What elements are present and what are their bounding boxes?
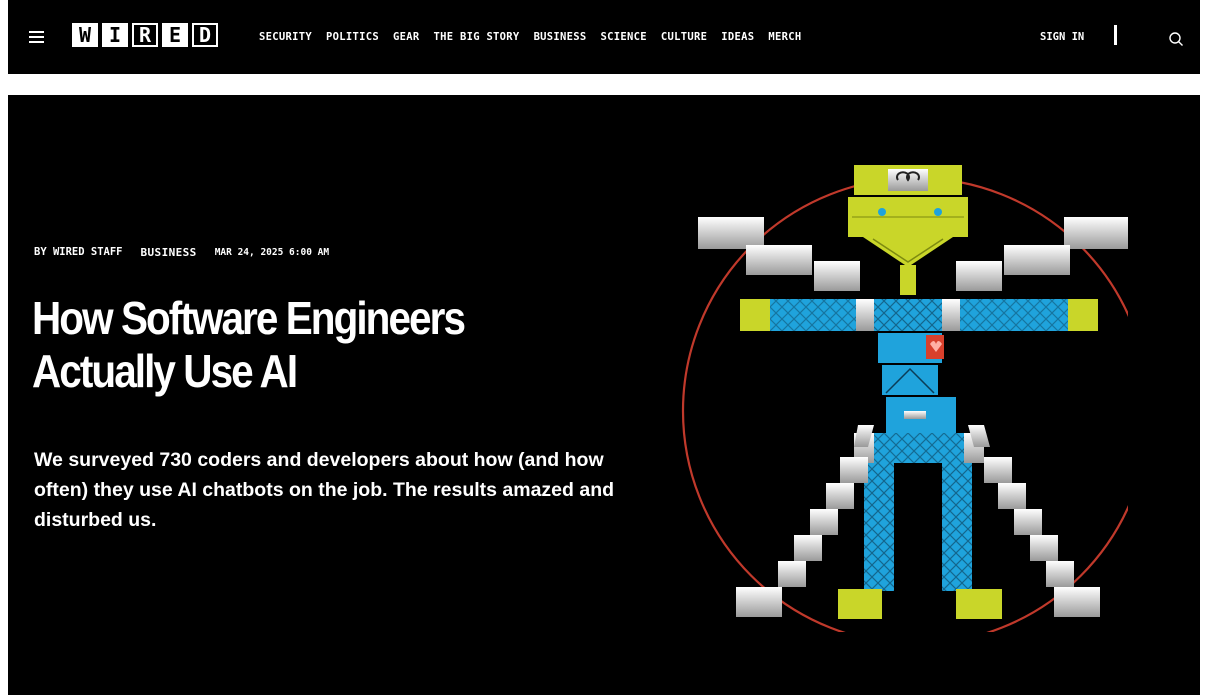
article-dek: We surveyed 730 coders and developers ab… xyxy=(34,449,615,531)
nav-link-security[interactable]: SECURITY xyxy=(259,31,312,43)
sign-in-link[interactable]: SIGN IN xyxy=(1040,31,1084,43)
main-nav: SECURITY POLITICS GEAR THE BIG STORY BUS… xyxy=(259,31,815,43)
nav-link-politics[interactable]: POLITICS xyxy=(326,31,379,43)
article-meta: BY WIRED STAFF BUSINESS MAR 24, 2025 6:0… xyxy=(34,246,329,260)
robot-figure-illustration xyxy=(681,165,1128,632)
article-hero: BY WIRED STAFF BUSINESS MAR 24, 2025 6:0… xyxy=(8,95,1200,695)
top-navigation-bar: W I R E D SECURITY POLITICS GEAR THE BIG… xyxy=(8,0,1200,74)
nav-link-merch[interactable]: MERCH xyxy=(768,31,801,43)
nav-divider xyxy=(1114,25,1117,45)
menu-icon[interactable] xyxy=(29,31,44,44)
byline-author-link[interactable]: BY WIRED STAFF xyxy=(34,246,123,260)
article-headline: How Software Engineers Actually Use AI xyxy=(32,292,466,397)
nav-link-science[interactable]: SCIENCE xyxy=(601,31,647,43)
logo-letter: W xyxy=(72,23,98,47)
logo-letter: E xyxy=(162,23,188,47)
nav-link-business[interactable]: BUSINESS xyxy=(534,31,587,43)
logo-letter: I xyxy=(102,23,128,47)
nav-link-ideas[interactable]: IDEAS xyxy=(721,31,754,43)
wired-logo[interactable]: W I R E D xyxy=(72,23,222,49)
publish-date: MAR 24, 2025 6:00 AM xyxy=(214,247,330,258)
logo-letter: R xyxy=(132,23,158,47)
search-icon[interactable] xyxy=(1168,31,1184,47)
logo-letter: D xyxy=(192,23,218,47)
nav-link-gear[interactable]: GEAR xyxy=(393,31,420,43)
nav-link-culture[interactable]: CULTURE xyxy=(661,31,707,43)
nav-link-the-big-story[interactable]: THE BIG STORY xyxy=(433,31,519,43)
rubric-link[interactable]: BUSINESS xyxy=(141,246,197,260)
